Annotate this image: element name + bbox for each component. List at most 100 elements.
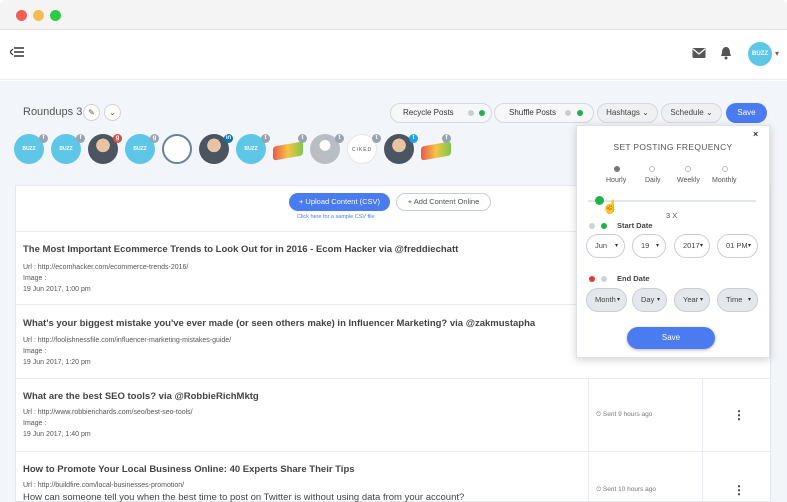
- recycle-posts-toggle[interactable]: Recycle Posts: [390, 103, 492, 123]
- caret-down-icon: ▾: [655, 243, 659, 249]
- caret-down-icon: ▾: [616, 297, 620, 303]
- end-year-value: Year: [683, 295, 699, 304]
- column-divider: [702, 452, 703, 502]
- end-date-toggle-off[interactable]: [601, 276, 607, 282]
- start-date-toggle-on[interactable]: [601, 223, 607, 229]
- caret-down-icon: ▾: [699, 297, 703, 303]
- end-date-toggle-on[interactable]: [589, 276, 595, 282]
- column-divider: [702, 379, 703, 452]
- column-divider: [588, 452, 589, 502]
- post-url: Url : http://ecomhacker.com/ecommerce-tr…: [23, 264, 189, 271]
- end-time-value: Time: [726, 295, 743, 304]
- sample-csv-link[interactable]: Click here for a sample CSV file: [297, 214, 375, 220]
- twitter-icon: t: [372, 134, 381, 143]
- end-month-select[interactable]: Month ▾: [586, 288, 627, 312]
- post-date: 19 Jun 2017, 1:20 pm: [23, 359, 91, 366]
- toggle-on-indicator: [577, 110, 583, 116]
- sent-status-text: Sent 9 hours ago: [602, 411, 653, 418]
- table-row[interactable]: How to Promote Your Local Business Onlin…: [15, 451, 771, 502]
- popup-save-button[interactable]: Save: [627, 327, 715, 349]
- start-day-value: 19: [641, 241, 650, 250]
- upload-csv-button[interactable]: + Upload Content (CSV): [289, 193, 390, 211]
- hand-cursor-icon: ☝: [602, 199, 619, 214]
- end-day-value: Day: [641, 295, 655, 304]
- shuffle-posts-toggle[interactable]: Shuffle Posts: [494, 103, 594, 123]
- table-row[interactable]: What are the best SEO tools? via @Robbie…: [15, 378, 771, 452]
- sent-status: ⏲ Sent 9 hours ago: [596, 411, 653, 418]
- post-date: 19 Jun 2017, 1:40 pm: [23, 431, 91, 438]
- caret-down-icon: ▾: [747, 297, 751, 303]
- toggle-off-indicator: [468, 110, 474, 116]
- sent-status-text: Sent 10 hours ago: [602, 486, 657, 493]
- radio-label-hourly: Hourly: [606, 177, 627, 184]
- more-options-icon[interactable]: ⋮: [733, 409, 745, 421]
- post-url: Url : http://buildfire.com/local-busines…: [23, 482, 185, 489]
- post-title: What's your biggest mistake you've ever …: [23, 318, 536, 329]
- post-image: Image :: [23, 420, 47, 427]
- twitter-icon: t: [261, 134, 270, 143]
- window-titlebar: [0, 0, 787, 30]
- caret-down-icon: ▾: [747, 243, 751, 249]
- post-date: 19 Jun 2017, 1:00 pm: [23, 286, 91, 293]
- more-options-icon[interactable]: ⋮: [733, 484, 745, 496]
- mail-icon[interactable]: [692, 46, 708, 62]
- start-time-select[interactable]: 01 PM ▾: [717, 234, 758, 258]
- popup-title: SET POSTING FREQUENCY: [613, 142, 733, 152]
- caret-down-icon: ▾: [614, 243, 618, 249]
- hashtags-label: Hashtags: [606, 108, 640, 117]
- google-plus-icon: g: [113, 134, 122, 143]
- caret-down-icon: ▾: [656, 297, 660, 303]
- menu-toggle-icon[interactable]: [9, 46, 26, 62]
- start-day-select[interactable]: 19 ▾: [632, 234, 666, 258]
- bell-icon[interactable]: [720, 46, 736, 62]
- user-avatar[interactable]: BUZZ: [748, 42, 772, 66]
- close-icon[interactable]: ×: [753, 129, 758, 139]
- schedule-dropdown[interactable]: Schedule ⌄: [661, 103, 722, 123]
- recycle-posts-label: Recycle Posts: [403, 108, 454, 117]
- end-year-select[interactable]: Year ▾: [674, 288, 710, 312]
- profile-avatar[interactable]: [421, 141, 451, 161]
- start-date-toggle-off[interactable]: [589, 223, 595, 229]
- post-image: Image :: [23, 275, 47, 282]
- profile-avatar[interactable]: [273, 141, 303, 161]
- frequency-value: 3 X: [666, 211, 678, 220]
- save-button[interactable]: Save: [726, 103, 767, 123]
- radio-hourly[interactable]: [614, 166, 620, 172]
- radio-label-monthly: Monthly: [712, 177, 737, 184]
- linkedin-icon: in: [224, 134, 233, 143]
- twitter-icon: t: [298, 134, 307, 143]
- toggle-off-indicator: [565, 110, 571, 116]
- chevron-down-icon: ⌄: [705, 108, 713, 117]
- radio-weekly[interactable]: [685, 166, 691, 172]
- twitter-icon: t: [335, 134, 344, 143]
- radio-monthly[interactable]: [722, 166, 728, 172]
- edit-icon[interactable]: ✎: [83, 104, 100, 121]
- chevron-down-icon[interactable]: ▾: [775, 49, 779, 58]
- end-time-select[interactable]: Time ▾: [717, 288, 758, 312]
- start-month-value: Jun: [595, 241, 608, 250]
- profile-avatar[interactable]: [162, 134, 192, 164]
- google-plus-icon: g: [150, 134, 159, 143]
- radio-daily[interactable]: [649, 166, 655, 172]
- hashtags-dropdown[interactable]: Hashtags ⌄: [597, 103, 658, 123]
- app-header: BUZZ ▾: [0, 30, 787, 80]
- facebook-icon: f: [442, 134, 451, 143]
- end-day-select[interactable]: Day ▾: [632, 288, 667, 312]
- chevron-down-icon[interactable]: ⌄: [104, 104, 121, 121]
- minimize-window-button[interactable]: [33, 10, 44, 21]
- end-month-value: Month: [595, 295, 616, 304]
- start-year-select[interactable]: 2017 ▾: [674, 234, 710, 258]
- chevron-down-icon: ⌄: [642, 108, 649, 117]
- start-date-label: Start Date: [617, 221, 653, 230]
- column-divider: [588, 379, 589, 452]
- close-window-button[interactable]: [16, 10, 27, 21]
- start-month-select[interactable]: Jun ▾: [586, 234, 625, 258]
- twitter-icon: t: [409, 134, 418, 143]
- toggle-on-indicator: [479, 110, 485, 116]
- page-title: Roundups 3: [23, 106, 83, 118]
- post-url: Url : http://foolishnessfile.com/influen…: [23, 337, 232, 344]
- end-date-label: End Date: [617, 274, 650, 283]
- maximize-window-button[interactable]: [50, 10, 61, 21]
- post-title: What are the best SEO tools? via @Robbie…: [23, 391, 259, 402]
- add-content-online-button[interactable]: + Add Content Online: [396, 193, 491, 211]
